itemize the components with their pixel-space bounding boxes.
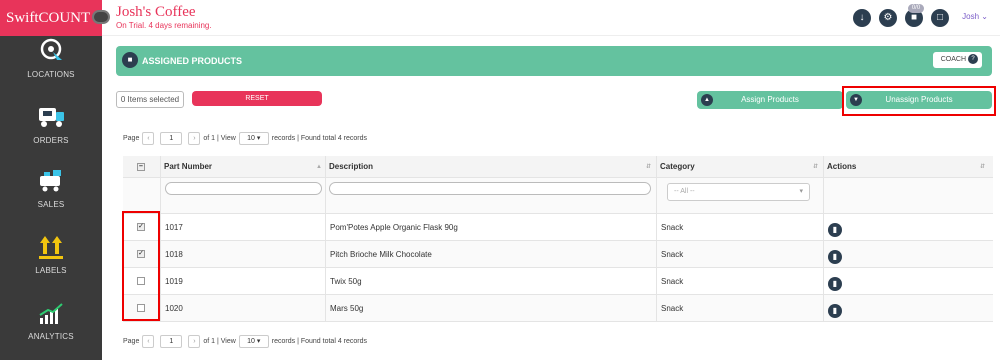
- sidebar-item-label: ORDERS: [33, 136, 69, 145]
- sidebar-item-analytics[interactable]: ANALYTICS: [0, 300, 102, 341]
- page-banner: ■ ASSIGNED PRODUCTS COACH?: [116, 46, 992, 76]
- sidebar-item-orders[interactable]: ORDERS: [0, 104, 102, 145]
- records-label: records | Found total 4 records: [271, 134, 367, 142]
- description-cell: Mars 50g: [330, 303, 364, 313]
- next-page-button[interactable]: ›: [188, 334, 201, 348]
- trial-notice: On Trial. 4 days remaining.: [116, 21, 212, 30]
- settings-icon[interactable]: ⚙: [879, 9, 897, 27]
- truck-icon: [39, 108, 64, 127]
- select-all-cell: –: [137, 156, 153, 177]
- pagination-bottom: Page ‹ 1 › of 1 | View 10 ▾ records | Fo…: [123, 334, 367, 348]
- products-icon: ■: [122, 52, 138, 68]
- delete-icon[interactable]: ▮: [828, 250, 842, 264]
- user-name: Josh: [962, 12, 980, 21]
- description-filter[interactable]: [329, 182, 651, 195]
- sidebar-toggle[interactable]: [92, 10, 110, 24]
- page-label: Page: [123, 134, 140, 142]
- part-number-cell: 1018: [165, 249, 183, 259]
- records-label: records | Found total 4 records: [271, 337, 367, 345]
- cart-icon: [40, 170, 61, 192]
- prev-page-button[interactable]: ‹: [142, 131, 155, 145]
- filter-row: -- All -- ▾: [123, 178, 993, 214]
- col-part-number[interactable]: Part Number ▲: [164, 156, 324, 177]
- table-row[interactable]: ✓ 1017 Pom'Potes Apple Organic Flask 90g…: [123, 214, 993, 241]
- table-row[interactable]: ✓ 1018 Pitch Brioche Milk Chocolate Snac…: [123, 241, 993, 268]
- page-title: ASSIGNED PRODUCTS: [142, 56, 243, 66]
- col-actions: Actions ⇵: [827, 162, 985, 171]
- coach-label: COACH: [940, 56, 966, 63]
- sort-icon: ⇵: [645, 164, 651, 170]
- sort-asc-icon: ▲: [316, 163, 322, 170]
- select-all-checkbox[interactable]: –: [137, 162, 145, 171]
- prev-page-button[interactable]: ‹: [142, 334, 155, 348]
- download-icon[interactable]: ↓: [853, 9, 871, 27]
- sidebar-item-label: LABELS: [35, 266, 67, 275]
- category-cell: Snack: [661, 276, 684, 286]
- sort-icon: ⇵: [812, 164, 818, 170]
- coach-button[interactable]: COACH?: [932, 52, 982, 68]
- delete-icon[interactable]: ▮: [828, 277, 842, 291]
- sidebar: SwiftCOUNT LOCATIONS ORDERS SALES LABELS…: [0, 0, 102, 360]
- sidebar-item-label: SALES: [37, 200, 65, 209]
- delete-icon[interactable]: ▮: [828, 223, 842, 237]
- category-cell: Snack: [661, 249, 684, 259]
- part-number-cell: 1020: [165, 303, 183, 313]
- location-icon: [40, 38, 62, 60]
- part-number-cell: 1017: [165, 222, 183, 232]
- description-cell: Pitch Brioche Milk Chocolate: [330, 249, 432, 259]
- user-menu[interactable]: Josh ⌄: [962, 12, 988, 21]
- sidebar-item-label: LOCATIONS: [27, 70, 75, 79]
- page-input[interactable]: 1: [160, 131, 183, 145]
- sidebar-item-label: ANALYTICS: [28, 332, 74, 341]
- help-icon: ?: [968, 54, 978, 65]
- page-of-label: of 1 | View: [203, 337, 236, 345]
- sort-icon: ⇵: [979, 164, 985, 170]
- part-number-cell: 1019: [165, 276, 183, 286]
- brand-logo[interactable]: SwiftCOUNT: [0, 0, 102, 36]
- col-category[interactable]: Category ⇵: [660, 156, 822, 177]
- table-row[interactable]: 1019 Twix 50g Snack ▮: [123, 268, 993, 295]
- table-row[interactable]: 1020 Mars 50g Snack ▮: [123, 295, 993, 322]
- assign-products-button[interactable]: ▲ Assign Products: [697, 91, 843, 109]
- company-name[interactable]: Josh's Coffee: [116, 4, 196, 21]
- assign-icon: ▲: [701, 94, 713, 106]
- chevron-down-icon: ▾: [799, 188, 803, 195]
- assign-label: Assign Products: [741, 95, 799, 104]
- delete-icon[interactable]: ▮: [828, 304, 842, 318]
- per-page-select[interactable]: 10 ▾: [238, 334, 269, 348]
- labels-icon: [39, 236, 63, 259]
- chart-icon: [39, 303, 63, 324]
- description-cell: Twix 50g: [330, 276, 362, 286]
- col-description[interactable]: Description ⇵: [329, 156, 655, 177]
- sidebar-item-locations[interactable]: LOCATIONS: [0, 38, 102, 79]
- per-page-select[interactable]: 10 ▾: [238, 131, 269, 145]
- selected-count: 0 Items selected: [116, 91, 184, 108]
- chevron-down-icon: ⌄: [981, 12, 988, 21]
- highlight-box: [842, 86, 996, 116]
- reset-button[interactable]: RESET: [192, 91, 322, 106]
- part-number-filter[interactable]: [165, 182, 322, 195]
- notification-badge: 0/0: [908, 4, 924, 13]
- sidebar-item-sales[interactable]: SALES: [0, 168, 102, 209]
- description-cell: Pom'Potes Apple Organic Flask 90g: [330, 222, 458, 232]
- table-header: – Part Number ▲ Description ⇵ Category ⇵ Ac…: [123, 156, 993, 178]
- category-cell: Snack: [661, 303, 684, 313]
- pagination-top: Page ‹ 1 › of 1 | View 10 ▾ records | Fo…: [123, 131, 367, 145]
- page-input[interactable]: 1: [160, 334, 183, 348]
- highlight-box: [122, 211, 160, 321]
- clipboard-icon[interactable]: □: [931, 9, 949, 27]
- sidebar-item-labels[interactable]: LABELS: [0, 234, 102, 275]
- page-label: Page: [123, 337, 140, 345]
- next-page-button[interactable]: ›: [188, 131, 201, 145]
- category-filter-select[interactable]: -- All -- ▾: [667, 183, 810, 201]
- page-of-label: of 1 | View: [203, 134, 236, 142]
- category-cell: Snack: [661, 222, 684, 232]
